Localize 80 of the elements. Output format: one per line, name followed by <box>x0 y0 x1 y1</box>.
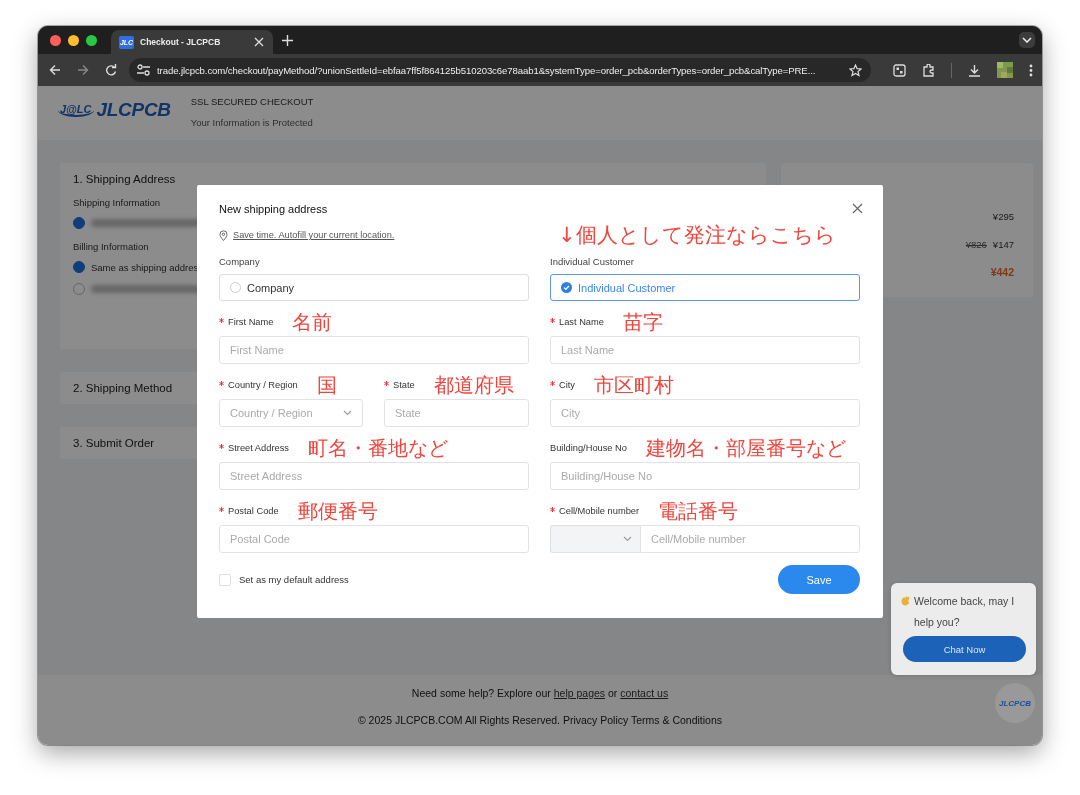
section-heading: Shipping Information <box>73 197 162 208</box>
chevron-down-icon <box>343 410 352 416</box>
annotation-text: 名前 <box>292 310 333 334</box>
field-label: Last Name <box>559 317 604 327</box>
text-input[interactable]: First Name <box>219 336 529 364</box>
dialog-title: New shipping address <box>219 202 328 215</box>
annotation-text: ↓個人として発注ならこちら <box>558 223 836 247</box>
old-price: ¥826 <box>965 238 987 250</box>
annotation-text: 国 <box>316 373 337 397</box>
checkbox-label: Set as my default address <box>239 574 349 585</box>
tab-title: Checkout - JLCPCB <box>140 37 222 47</box>
field-label: Street Address <box>228 443 289 453</box>
forward-icon[interactable] <box>77 64 89 76</box>
field-label: Postal Code <box>228 506 279 516</box>
annotation-text: 苗字 <box>622 310 663 334</box>
total-price: ¥442 <box>990 266 1014 278</box>
contact-us-link[interactable]: contact us <box>620 687 669 699</box>
price: ¥295 <box>992 210 1014 222</box>
text-input[interactable]: Building/House No <box>550 462 860 490</box>
download-icon[interactable] <box>968 63 981 77</box>
tab-search-button[interactable] <box>1019 32 1035 48</box>
field-label: City <box>559 380 575 390</box>
field-label: Individual Customer <box>550 255 635 269</box>
field-label: Company <box>219 255 261 269</box>
chevron-down-icon <box>1022 37 1032 43</box>
annotation-text: 郵便番号 <box>297 499 378 523</box>
autofill-link[interactable]: Save time. Autofill your current location. <box>233 230 395 240</box>
star-icon[interactable] <box>849 63 862 77</box>
puzzle-icon[interactable] <box>922 63 935 77</box>
help-pages-link[interactable]: help pages <box>553 687 606 699</box>
logo[interactable]: J@LC JLCPCB <box>58 96 171 124</box>
option-label: Same as shipping addres <box>91 261 199 273</box>
field-label: Country / Region <box>228 380 298 390</box>
customer-type-option[interactable]: Individual Customer <box>550 274 860 301</box>
minimize-window-button[interactable] <box>68 34 79 46</box>
qr-code-icon[interactable] <box>893 63 906 77</box>
annotation-text: 都道府県 <box>433 373 514 397</box>
customer-type-option[interactable]: Company <box>219 274 529 301</box>
annotation-text: 電話番号 <box>658 499 739 523</box>
checkout-title: SSL SECURED CHECKOUT <box>190 96 314 109</box>
help-text: Need some help? Explore our help pages or contact us <box>411 687 669 699</box>
chat-now-button[interactable]: Chat Now <box>903 636 1026 662</box>
text-input[interactable]: City <box>550 399 860 427</box>
checkout-subtitle: Your Information is Protected <box>190 117 314 128</box>
copyright-text: © 2025 JLCPCB.COM All Rights Reserved. Privacy Policy Terms & Conditions <box>357 714 723 726</box>
price: ¥147 <box>992 238 1014 250</box>
location-pin-icon <box>219 229 228 241</box>
text-input[interactable]: Street Address <box>219 462 529 490</box>
chat-message: Welcome back, may I help you? <box>914 594 1016 630</box>
text-input[interactable]: Last Name <box>550 336 860 364</box>
close-window-button[interactable] <box>50 34 61 46</box>
section-heading: Billing Information <box>73 241 150 252</box>
radio-button[interactable] <box>73 217 85 229</box>
check-circle-icon <box>561 282 572 293</box>
address-bar[interactable]: trade.jlcpcb.com/checkout/payMethod/?unionSettleId=ebfaa7ff5f864125b510203c6e78aab1&systemType=order_pcb&orderTypes=order_pcb&calType=PRE... <box>129 58 871 82</box>
annotation-text: 市区町村 <box>594 373 674 397</box>
checkbox[interactable] <box>219 573 231 586</box>
zoom-window-button[interactable] <box>86 34 97 46</box>
annotation-text: 建物名・部屋番号など <box>646 436 846 460</box>
reload-icon[interactable] <box>105 64 117 76</box>
back-icon[interactable] <box>49 64 61 76</box>
annotation-text: 町名・番地など <box>308 436 448 460</box>
step-title[interactable]: 1. Shipping Address <box>73 172 753 186</box>
text-input[interactable]: Postal Code <box>219 525 529 553</box>
url-text: trade.jlcpcb.com/checkout/payMethod/?unionSettleId=ebfaa7ff5f864125b510203c6e78aab1&systemType=order_pcb&orderTypes=order_pcb&calType=PRE... <box>157 64 817 76</box>
chevron-down-icon <box>623 536 632 542</box>
radio-button[interactable] <box>73 261 85 273</box>
field-label: Building/House No <box>550 443 627 453</box>
new-tab-icon[interactable] <box>282 34 293 46</box>
site-settings-icon[interactable] <box>137 64 150 76</box>
field-label: First Name <box>228 317 274 327</box>
field-label: State <box>393 380 415 390</box>
radio-circle-icon <box>230 282 241 293</box>
radio-button[interactable] <box>73 283 85 295</box>
save-button[interactable]: Save <box>778 565 860 594</box>
more-menu-icon[interactable] <box>1029 63 1033 77</box>
close-icon[interactable] <box>852 203 863 214</box>
field-label: Cell/Mobile number <box>559 506 640 516</box>
phone-input[interactable]: Cell/Mobile number <box>640 525 860 553</box>
text-input[interactable]: State <box>384 399 529 427</box>
